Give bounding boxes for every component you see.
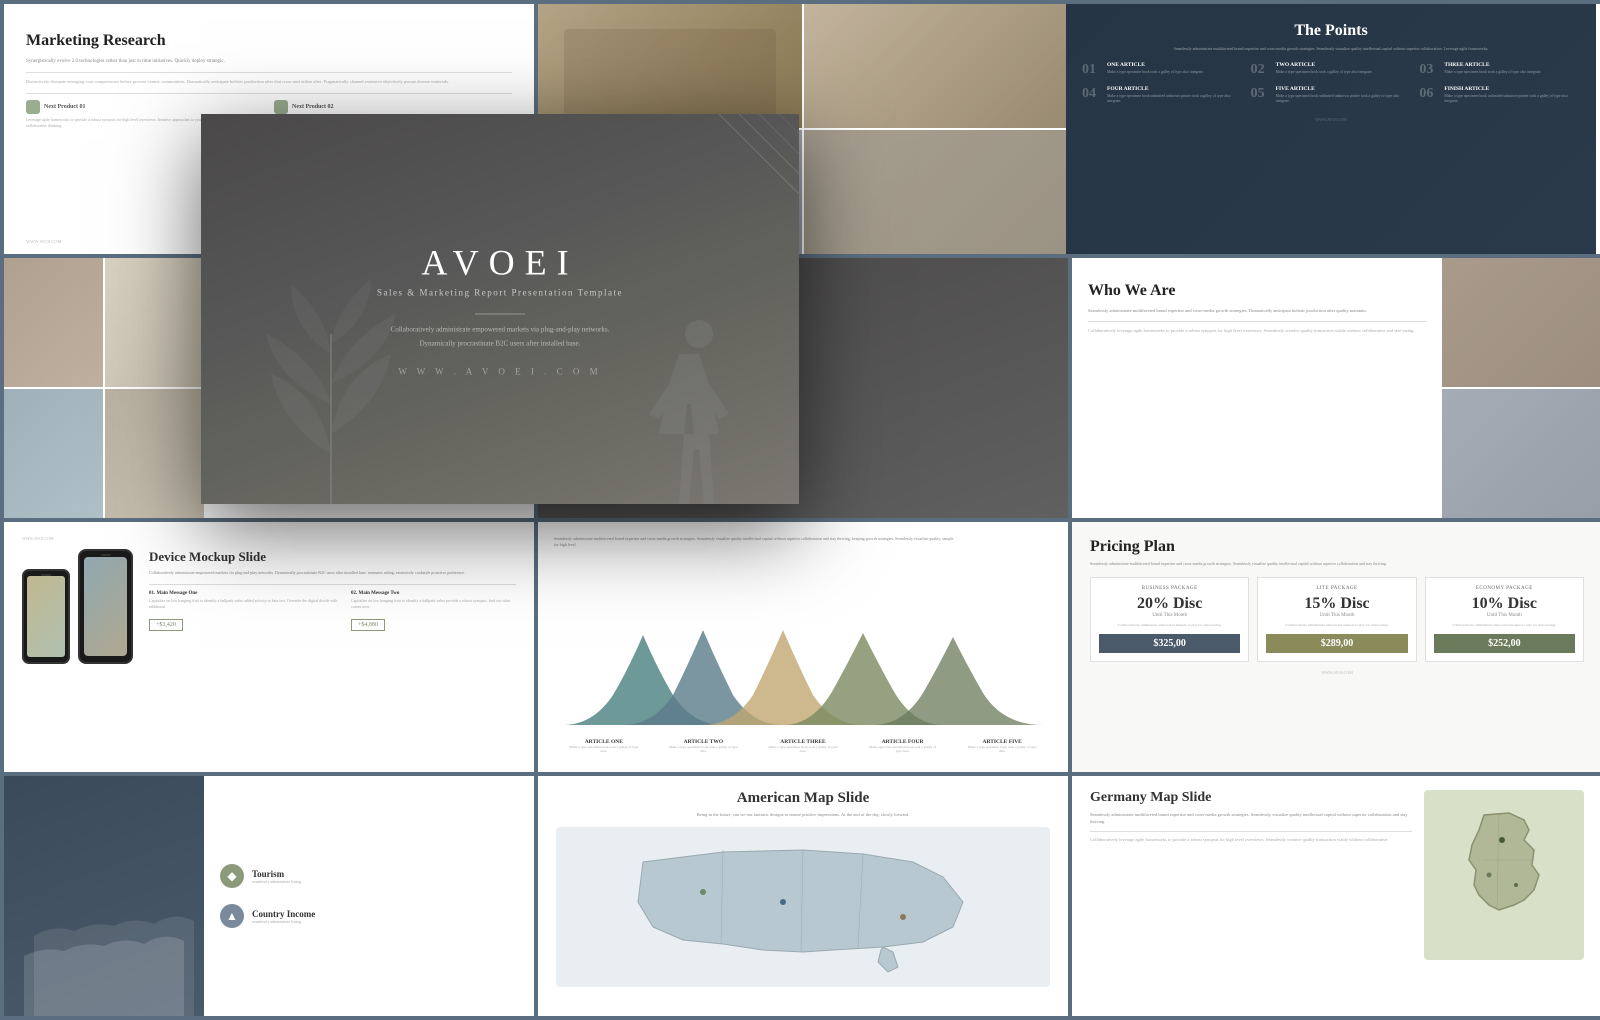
avoei-url: W W W . A V O E I . C O M [377,367,623,377]
who-photo-top [1442,258,1600,387]
american-map-area [556,827,1050,987]
pricing-url: WWW.AVOI.COM [1090,670,1584,675]
who-body2: Collaboratively leverage agile framework… [1088,328,1426,335]
who-photo-bottom [1442,389,1600,518]
marketing-research-title: Marketing Research [26,32,512,50]
device-body: Collaboratively administrate empowered m… [149,570,516,576]
point-2: 02 TWO ARTICLE Make a type specimen book… [1251,62,1412,78]
product2-label: Next Product 02 [292,104,334,110]
pricing-title: Pricing Plan [1090,538,1584,556]
point-3: 03 THREE ARTICLE Make a type specimen bo… [1419,62,1580,78]
chart-body: Seamlessly administrate multifaceted bra… [554,536,954,548]
slide-who-we-are: Who We Are Seamlessly administrate multi… [1072,258,1600,518]
avoei-divider [475,314,525,315]
income-subtext: seamlessly administrate listing [252,919,315,924]
point-4: 04 FOUR ARTICLE Make a type specimen boo… [1082,86,1243,105]
price2-tag: +$4,880 [351,619,385,631]
package-business-price: $325,00 [1099,634,1240,653]
msg2-text: Capitalize on low hanging fruit to ident… [351,598,516,609]
package-economy: ECONOMY PACKAGE 10% Disc Until This Mont… [1425,577,1584,662]
germany-map-area [1424,790,1584,960]
package-lite: LITE PACKAGE 15% Disc Until This Month C… [1257,577,1416,662]
slide-avoei-main: AVOEI Sales & Marketing Report Presentat… [201,114,799,504]
slide-germany-map: Germany Map Slide Seamlessly administrat… [1072,776,1600,1016]
msg1-text: Capitalize on low hanging fruit to ident… [149,598,339,609]
germany-map-body2: Collaboratively leverage agile framework… [1090,837,1412,844]
slide-tourism: ◆ Tourism seamlessly administrate listin… [4,776,534,1016]
photo-2 [804,4,1068,128]
slide-the-points: The Points Seamlessly administrate multi… [1066,4,1596,254]
american-map-title: American Map Slide [556,790,1050,807]
photo-4 [804,130,1068,254]
avoei-decoration [679,114,799,194]
avoei-brand: AVOEI [377,242,623,284]
who-title: Who We Are [1088,282,1426,300]
chart-label5-desc: Make a type specimen book took a galley … [967,745,1037,754]
avoei-tagline: Sales & Marketing Report Presentation Te… [377,288,623,298]
chart-svg [563,615,1043,735]
us-map-svg [603,832,1003,982]
avoei-body1: Collaboratively administrate empowered m… [377,323,623,337]
phone-1 [22,569,70,664]
tourism-stat: ◆ Tourism seamlessly administrate listin… [220,864,518,888]
photo-1 [538,4,802,128]
points-subtitle: Seamlessly administrate multifaceted bra… [1156,46,1506,52]
map-svg-tourism [4,776,204,1016]
chart-label3-desc: Make a type specimen book took a galley … [768,745,838,754]
phone-2 [78,549,133,664]
portfolio-photo-1 [4,258,103,387]
price1-tag: +$3,420 [149,619,183,631]
income-stat: ▲ Country Income seamlessly administrate… [220,904,518,928]
chart-label4-desc: Make-ages type specimen book took a gall… [868,745,938,754]
slide-device-mockup: WWW.AVOI.COM Device [4,522,534,772]
marketing-research-body1: Synergistically evolve 2.0 technologies … [26,58,512,66]
pricing-body: Seamlessly administrate multifaceted bra… [1090,561,1440,567]
who-body1: Seamlessly administrate multifaceted bra… [1088,308,1426,315]
product1-label: Next Product 01 [44,104,86,110]
marketing-url: WWW.AVOI.COM [26,239,62,244]
package-lite-price: $289,00 [1266,634,1407,653]
portfolio-photo-4 [105,389,204,518]
avoei-person [639,304,739,504]
device-title: Device Mockup Slide [149,549,516,565]
slide-chart: Seamlessly administrate multifaceted bra… [538,522,1068,772]
chart-label1-desc: Make a type specimen book took a galley … [569,745,639,754]
points-title: The Points [1082,22,1580,40]
tourism-label: Tourism [252,869,301,879]
msg2-label: 02. Main Message Two [351,591,516,596]
package-business: BUSINESS PACKAGE 20% Disc Until This Mon… [1090,577,1249,662]
avoei-body2: Dynamically procrastinate B2C users afte… [377,337,623,351]
marketing-research-body2: Distinctively dissipate emerging-core co… [26,79,512,86]
portfolio-photo-2 [105,258,204,387]
portfolio-photo-3 [4,389,103,518]
point-1: 01 ONE ARTICLE Make a type specimen book… [1082,62,1243,78]
point-5: 05 FIVE ARTICLE Make a type specimen boo… [1251,86,1412,105]
tourism-subtext: seamlessly administrate listing [252,879,301,884]
device-url: WWW.AVOI.COM [22,536,516,541]
germany-map-body1: Seamlessly administrate multifaceted bra… [1090,812,1412,826]
germany-svg [1444,805,1564,945]
slide-pricing: Pricing Plan Seamlessly administrate mul… [1072,522,1600,772]
chart-label2-desc: Make a type specimen book took a galley … [668,745,738,754]
income-label: Country Income [252,909,315,919]
germany-map-title: Germany Map Slide [1090,790,1412,806]
slide-american-map: American Map Slide Being in the future, … [538,776,1068,1016]
avoei-text-content: AVOEI Sales & Marketing Report Presentat… [377,242,623,377]
package-economy-price: $252,00 [1434,634,1575,653]
point-6: 06 FINISH ARTICLE Make a type specimen b… [1419,86,1580,105]
msg1-label: 01. Main Message One [149,591,339,596]
american-map-subtitle: Being in the future, can we use fantasti… [556,812,1050,819]
points-url: WWW.AVOI.COM [1082,117,1580,122]
